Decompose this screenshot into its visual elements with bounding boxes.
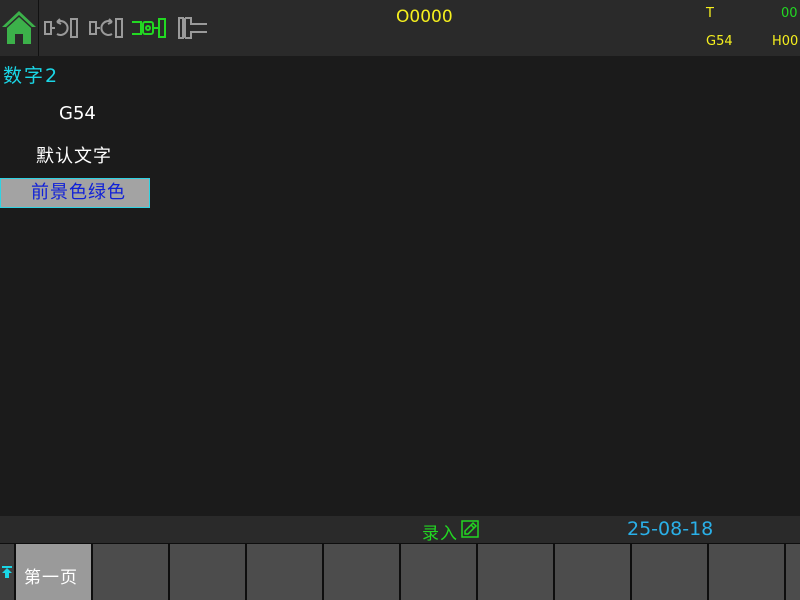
coord-system-label: G54 [706, 34, 733, 49]
edit-icon [461, 520, 479, 538]
home-button[interactable] [0, 0, 39, 56]
mode-indicator: 录入 [422, 524, 458, 544]
softkey-10[interactable] [709, 544, 784, 600]
softkey-bar: 第一页 [0, 543, 800, 600]
softkey-1[interactable]: 第一页 [16, 544, 91, 600]
softkey-3[interactable] [170, 544, 245, 600]
tool-label: T [706, 6, 714, 21]
offset-label: H00 [772, 34, 799, 49]
softkey-5[interactable] [324, 544, 399, 600]
page-up-button[interactable] [0, 544, 14, 600]
softkey-7[interactable] [478, 544, 553, 600]
softkey-next[interactable] [786, 544, 800, 600]
chuck-icon[interactable] [175, 14, 211, 42]
spindle-ccw-icon[interactable] [88, 14, 124, 42]
spindle-cw-icon[interactable] [43, 14, 79, 42]
spindle-active-icon[interactable] [131, 14, 167, 42]
tool-value: 00 [781, 6, 798, 21]
status-bar: 录入 25-08-18 18:30:03 [0, 516, 800, 562]
program-number: O0000 [396, 7, 453, 27]
softkey-9[interactable] [632, 544, 707, 600]
green-foreground-label: 前景色绿色 [31, 182, 126, 203]
softkey-1-label: 第一页 [24, 568, 78, 588]
softkey-8[interactable] [555, 544, 630, 600]
page-up-icon [2, 566, 12, 578]
coord-system-text: G54 [59, 103, 96, 124]
green-foreground-item[interactable]: 前景色绿色 [0, 178, 150, 208]
default-text-label: 默认文字 [36, 146, 112, 167]
softkey-6[interactable] [401, 544, 476, 600]
softkey-4[interactable] [247, 544, 322, 600]
screen-title: 数字2 [3, 65, 60, 87]
top-bar: O0000 T 00 G54 H00 [0, 0, 800, 56]
softkey-2[interactable] [93, 544, 168, 600]
home-icon [2, 11, 36, 44]
